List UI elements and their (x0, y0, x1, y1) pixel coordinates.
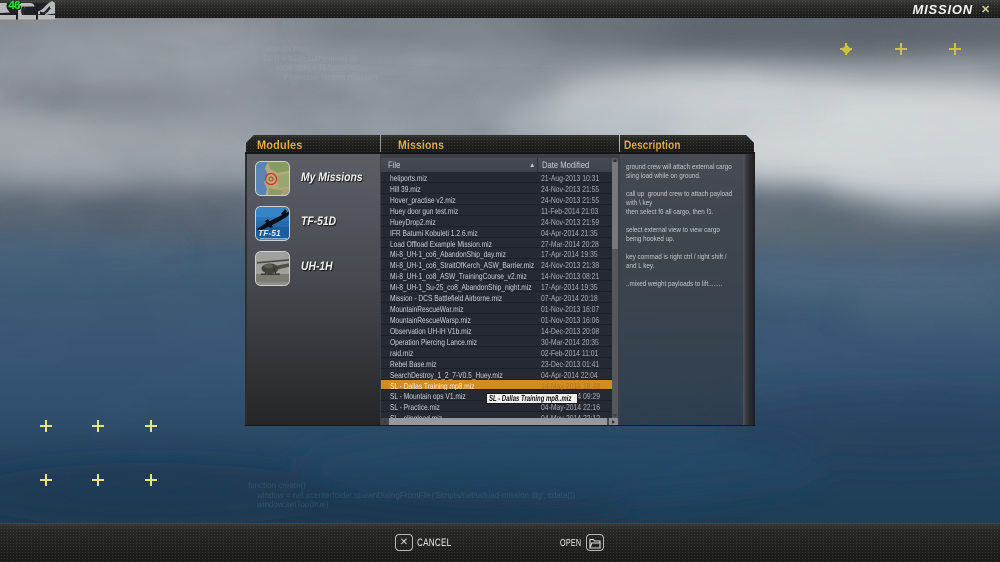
svg-text:TF-51: TF-51 (258, 228, 281, 238)
